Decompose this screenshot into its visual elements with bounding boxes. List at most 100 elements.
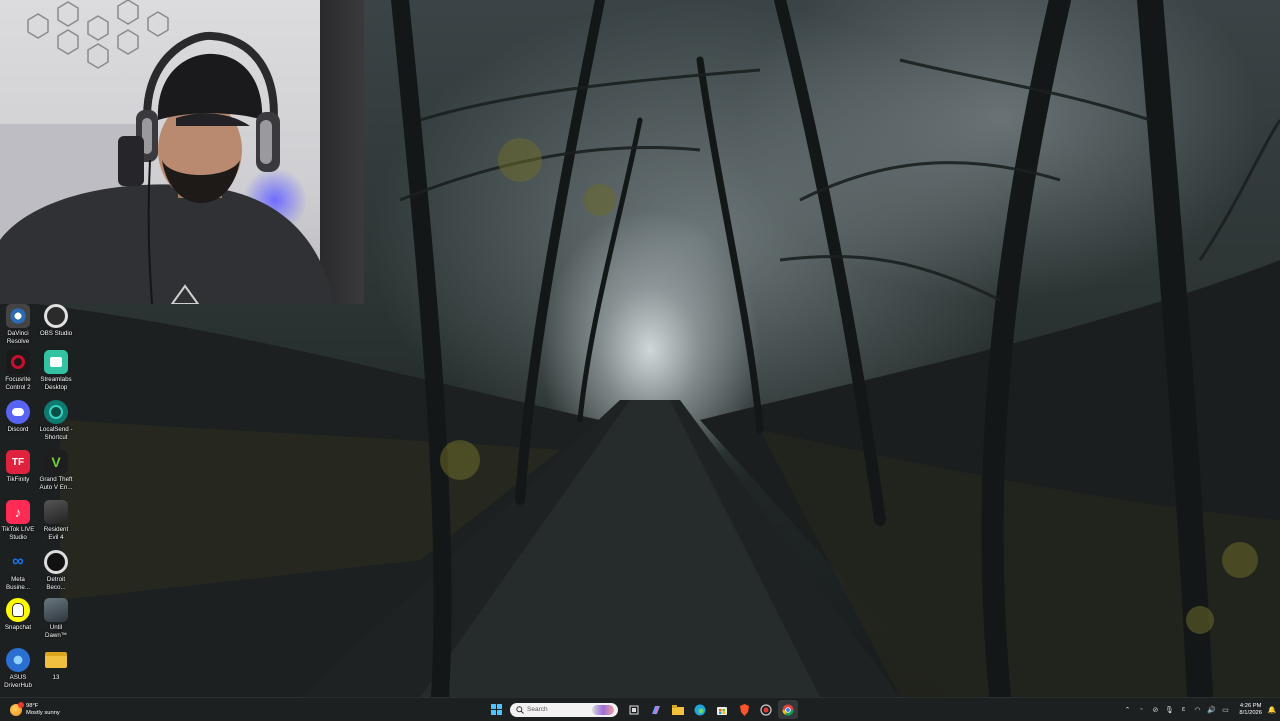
desktop-icon-localsend[interactable]: LocalSend - Shortcut	[38, 400, 74, 441]
obs-studio-icon	[44, 304, 68, 328]
desktop-icon-meta-business[interactable]: ∞ Meta Busine...	[0, 550, 36, 591]
tray-status-button[interactable]: ⊘	[1149, 700, 1161, 719]
tray-status-icon: ⊘	[1152, 706, 1159, 714]
chrome-button[interactable]	[778, 700, 798, 719]
taskbar-clock[interactable]: 4:26 PM 8/1/2026	[1239, 703, 1262, 717]
microsoft-store-icon	[717, 706, 727, 715]
taskbar-center: Search	[486, 700, 800, 719]
windows-start-icon	[490, 704, 502, 715]
show-hidden-icons-button[interactable]: ⌃	[1121, 700, 1133, 719]
streamlabs-icon	[44, 350, 68, 374]
clock-date: 8/1/2026	[1239, 709, 1262, 716]
desktop-icon-folder-13[interactable]: 13	[38, 648, 74, 682]
detroit-icon	[44, 550, 68, 574]
volume-button[interactable]: 🔊	[1205, 700, 1217, 719]
notifications-button[interactable]: 🔔	[1266, 700, 1278, 719]
desktop-icon-label: Grand Theft Auto V En...	[39, 476, 73, 491]
file-explorer-icon	[672, 704, 684, 715]
weather-temperature: 98°F	[26, 702, 39, 709]
desktop-icon-label: ASUS DriverHub	[4, 674, 32, 689]
desktop-icon-label: Detroit Beco...	[46, 576, 66, 591]
taskbar: 98°F Mostly sunny Search ⌃ ◦ ⊘ 🎙 ɛ ◠ 🔊 ▭…	[0, 697, 1280, 721]
system-tray: ⌃ ◦ ⊘ 🎙 ɛ ◠ 🔊 ▭ 4:26 PM 8/1/2026 🔔	[1121, 700, 1280, 719]
copilot-button[interactable]	[646, 700, 666, 719]
desktop-icon-label: TikTok LIVE Studio	[1, 526, 35, 541]
davinci-resolve-icon	[6, 304, 30, 328]
desktop-icon-discord[interactable]: Discord	[0, 400, 36, 434]
desktop-icon-gta[interactable]: V Grand Theft Auto V En...	[38, 450, 74, 491]
language-icon: ɛ	[1181, 706, 1186, 713]
notification-bell-icon: 🔔	[1267, 706, 1277, 714]
focusrite-icon	[6, 350, 30, 374]
resident-evil-icon	[44, 500, 68, 524]
meta-icon: ∞	[12, 553, 24, 570]
microphone-button[interactable]: 🎙	[1163, 700, 1175, 719]
desktop-icon-label: Streamlabs Desktop	[40, 376, 72, 391]
weather-sun-icon	[10, 701, 24, 716]
streamer-person	[0, 31, 334, 304]
task-view-button[interactable]	[624, 700, 644, 719]
snapchat-icon	[6, 598, 30, 622]
search-placeholder: Search	[527, 706, 548, 713]
input-language-button[interactable]: ɛ	[1177, 700, 1189, 719]
desktop-icon-label: DaVinci Resolve	[6, 330, 30, 345]
desktop-icon-label: Discord	[7, 426, 29, 433]
desktop-icon-snapchat[interactable]: Snapchat	[0, 598, 36, 632]
desktop-icon-label: Snapchat	[4, 624, 32, 631]
until-dawn-icon	[44, 598, 68, 622]
chrome-icon	[782, 704, 794, 716]
discord-icon	[6, 400, 30, 424]
desktop-icon-davinci-resolve[interactable]: DaVinci Resolve	[0, 304, 36, 345]
copilot-icon	[652, 705, 660, 714]
desktop-icon-tikfinity[interactable]: TF TikFinity	[0, 450, 36, 484]
edge-icon	[694, 704, 706, 715]
battery-icon: ▭	[1222, 706, 1229, 714]
webcam-overlay	[0, 0, 364, 304]
desktop-icon-focusrite[interactable]: Focusrite Control 2	[0, 350, 36, 391]
battery-button[interactable]: ▭	[1219, 700, 1231, 719]
taskbar-search-box[interactable]: Search	[510, 702, 618, 717]
chevron-up-icon: ⌃	[1124, 706, 1131, 714]
desktop-icon-label: 13	[52, 674, 60, 681]
tikfinity-icon: TF	[6, 450, 30, 474]
weather-alert-dot	[18, 701, 24, 708]
desktop-icon-label: Meta Busine...	[5, 576, 31, 591]
microsoft-store-button[interactable]	[712, 700, 732, 719]
gta-icon: V	[44, 450, 68, 474]
screen-recorder-icon	[760, 703, 772, 716]
desktop-icon-resident-evil[interactable]: Resident Evil 4	[38, 500, 74, 541]
tray-app-icon: ◦	[1140, 706, 1143, 713]
desktop-icon-asus-driverhub[interactable]: ASUS DriverHub	[0, 648, 36, 689]
tiktok-live-icon: ♪	[6, 500, 30, 524]
screen-recorder-button[interactable]	[756, 700, 776, 719]
desktop-icon-label: Until Dawn™	[44, 624, 67, 639]
desktop-icon-tiktok-live[interactable]: ♪ TikTok LIVE Studio	[0, 500, 36, 541]
desktop-icon-until-dawn[interactable]: Until Dawn™	[38, 598, 74, 639]
speaker-icon: 🔊	[1207, 706, 1216, 714]
asus-driverhub-icon	[6, 648, 30, 672]
edge-button[interactable]	[690, 700, 710, 719]
desktop-icon-detroit[interactable]: Detroit Beco...	[38, 550, 74, 591]
desktop-icon-obs-studio[interactable]: OBS Studio	[38, 304, 74, 338]
wifi-icon: ◠	[1194, 706, 1201, 714]
brave-icon	[739, 703, 749, 716]
desktop-icon-label: OBS Studio	[39, 330, 73, 337]
desktop-icon-label: TikFinity	[6, 476, 30, 483]
weather-widget[interactable]: 98°F Mostly sunny	[10, 700, 60, 719]
brave-button[interactable]	[734, 700, 754, 719]
desktop-icon-label: Focusrite Control 2	[5, 376, 31, 391]
localsend-icon	[44, 400, 68, 424]
start-button[interactable]	[486, 700, 506, 719]
desktop-icon-streamlabs[interactable]: Streamlabs Desktop	[38, 350, 74, 391]
desktop-icon-label: LocalSend - Shortcut	[39, 426, 73, 441]
task-view-icon	[629, 705, 639, 714]
network-button[interactable]: ◠	[1191, 700, 1203, 719]
clock-time: 4:26 PM	[1239, 702, 1262, 709]
search-highlight-graphic	[592, 704, 614, 715]
tray-app-button[interactable]: ◦	[1135, 700, 1147, 719]
folder-icon	[44, 648, 68, 672]
file-explorer-button[interactable]	[668, 700, 688, 719]
weather-condition: Mostly sunny	[26, 709, 60, 716]
desktop-icon-label: Resident Evil 4	[43, 526, 69, 541]
search-icon	[516, 705, 524, 714]
